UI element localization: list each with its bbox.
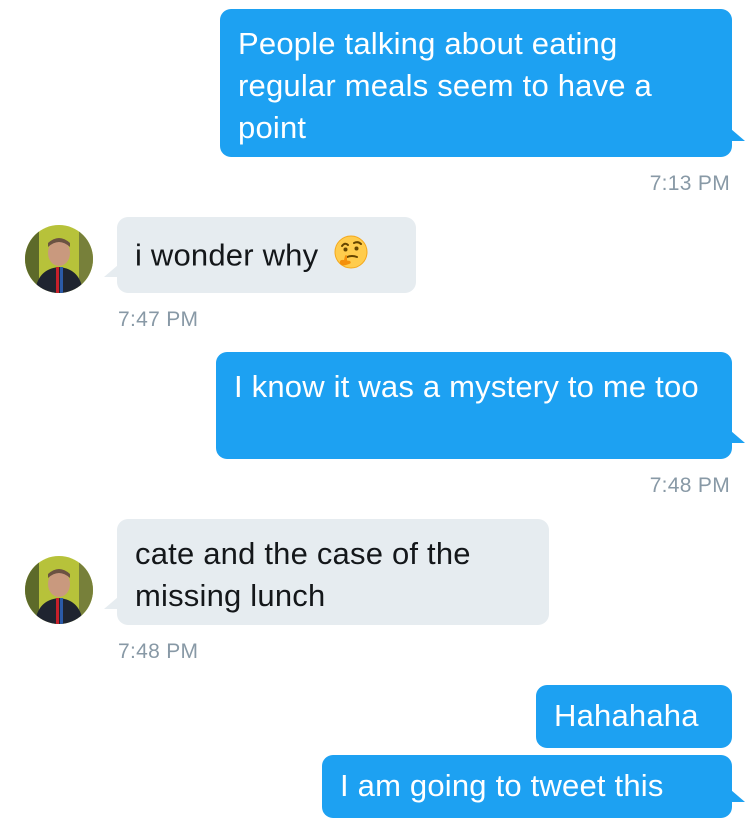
message-text: Hahahaha bbox=[554, 698, 699, 733]
outgoing-message-bubble[interactable]: People talking about eating regular meal… bbox=[220, 9, 745, 157]
avatar-photo bbox=[25, 225, 93, 293]
message-timestamp: 7:48 PM bbox=[118, 640, 199, 663]
message-timestamp: 7:47 PM bbox=[118, 308, 199, 331]
outgoing-message-bubble[interactable]: I am going to tweet this bbox=[322, 755, 745, 818]
message-timestamp: 7:48 PM bbox=[649, 474, 730, 497]
outgoing-message-bubble[interactable]: I know it was a mystery to me too bbox=[216, 352, 745, 459]
incoming-message-bubble[interactable]: cate and the case of the missing lunch bbox=[104, 519, 549, 625]
outgoing-message-bubble[interactable]: Hahahaha bbox=[536, 685, 732, 748]
thinking-face-icon bbox=[333, 234, 369, 281]
contact-avatar[interactable] bbox=[25, 225, 93, 293]
incoming-message-bubble[interactable]: i wonder why bbox=[104, 217, 416, 293]
message-text: I know it was a mystery to me too bbox=[234, 369, 699, 404]
message-text: i wonder why bbox=[135, 237, 319, 273]
contact-avatar[interactable] bbox=[25, 556, 93, 624]
conversation-thread: People talking about eating regular meal… bbox=[0, 0, 748, 829]
message-text: cate and the case of the missing lunch bbox=[135, 536, 471, 613]
message-text: I am going to tweet this bbox=[340, 768, 664, 803]
message-timestamp: 7:13 PM bbox=[649, 172, 730, 195]
message-text: People talking about eating regular meal… bbox=[238, 26, 652, 145]
avatar-photo bbox=[25, 556, 93, 624]
